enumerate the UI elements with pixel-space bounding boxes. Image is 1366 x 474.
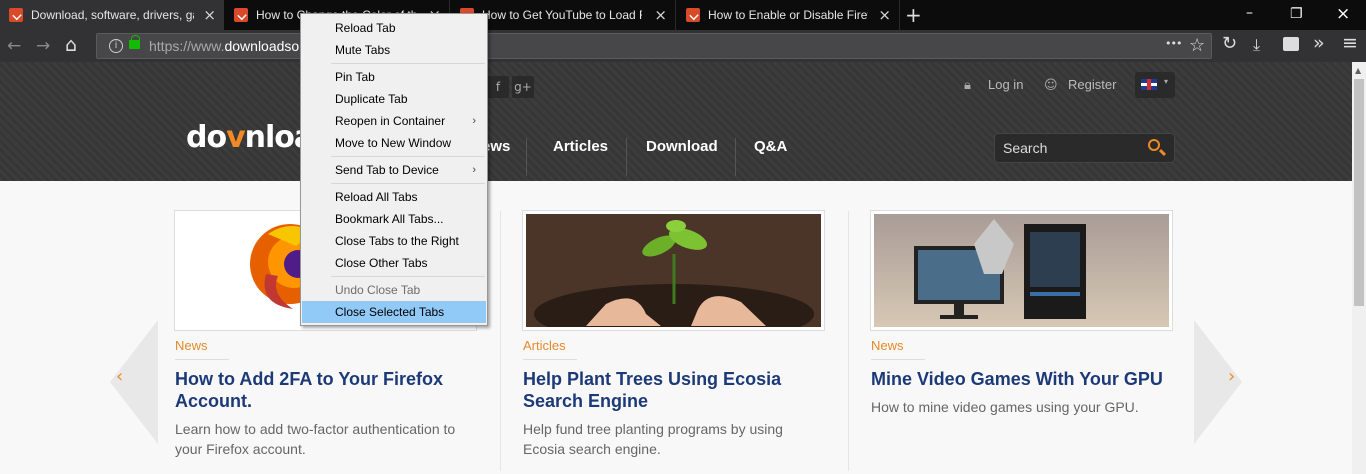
bookmark-star-icon[interactable]: ☆ xyxy=(1189,35,1205,56)
menu-item-close-selected-tabs[interactable]: Close Selected Tabs xyxy=(302,301,486,323)
menu-separator xyxy=(331,156,485,157)
nav-download[interactable]: Download xyxy=(646,138,718,155)
menu-item-undo-close-tab: Undo Close Tab xyxy=(335,283,421,297)
menu-separator xyxy=(331,183,485,184)
site-info-icon[interactable]: i xyxy=(109,39,123,53)
close-tab-icon[interactable]: × xyxy=(203,6,216,24)
site-header: dovnloa f g+ 🔒︎ Log in ☺ Register ▾ ews … xyxy=(0,62,1366,181)
menu-item-reload-tab[interactable]: Reload Tab xyxy=(302,17,486,39)
nav-bar: ← → ⌂ i https://www.downloadso ••• ☆ ↻ ⤓… xyxy=(0,30,1366,62)
library-icon[interactable]: ⤓ xyxy=(1253,35,1260,55)
url-bar[interactable]: i https://www.downloadso ••• ☆ xyxy=(96,33,1212,59)
forward-icon[interactable]: → xyxy=(36,36,50,56)
register-link[interactable]: Register xyxy=(1068,77,1116,92)
site-favicon-icon xyxy=(686,8,700,22)
uk-flag-icon xyxy=(1141,79,1157,90)
tab-enable-disable[interactable]: How to Enable or Disable Firefo × xyxy=(677,0,900,30)
extension-icon[interactable] xyxy=(1283,37,1299,51)
menu-separator xyxy=(331,276,485,277)
hamburger-menu-icon[interactable]: ≡ xyxy=(1342,32,1358,54)
submenu-arrow-icon: › xyxy=(472,115,476,127)
site-search-box[interactable]: Search xyxy=(994,133,1175,163)
search-placeholder: Search xyxy=(1003,140,1048,156)
divider xyxy=(871,359,925,360)
nav-qa[interactable]: Q&A xyxy=(754,138,787,155)
overflow-icon[interactable]: » xyxy=(1313,32,1325,54)
tab-title: How to Get YouTube to Load F xyxy=(482,8,642,22)
menu-item-send-tab-to-device[interactable]: Send Tab to Device › xyxy=(302,159,486,181)
card-title[interactable]: Help Plant Trees Using Ecosia Search Eng… xyxy=(523,368,823,412)
divider xyxy=(523,359,577,360)
menu-item-pin-tab[interactable]: Pin Tab xyxy=(302,66,486,88)
card-title[interactable]: How to Add 2FA to Your Firefox Account. xyxy=(175,368,475,412)
card-description: Help fund tree planting programs by usin… xyxy=(523,421,783,457)
language-selector[interactable]: ▾ xyxy=(1135,72,1175,98)
menu-item-duplicate-tab[interactable]: Duplicate Tab xyxy=(302,88,486,110)
divider xyxy=(175,359,229,360)
page-actions-icon[interactable]: ••• xyxy=(1165,37,1182,50)
lock-icon[interactable] xyxy=(129,35,140,49)
menu-item-move-to-new-window[interactable]: Move to New Window xyxy=(302,132,486,154)
close-tab-icon[interactable]: × xyxy=(878,6,891,24)
menu-item-reload-all-tabs[interactable]: Reload All Tabs xyxy=(302,186,486,208)
lock-small-icon: 🔒︎ xyxy=(964,78,971,93)
chevron-down-icon: ▾ xyxy=(1164,77,1169,86)
submenu-arrow-icon: › xyxy=(472,164,476,176)
tab-context-menu: Reload Tab Mute Tabs Pin Tab Duplicate T… xyxy=(300,13,488,326)
nav-divider xyxy=(626,138,627,176)
site-logo[interactable]: dovnloa xyxy=(186,120,314,155)
minimize-icon[interactable]: – xyxy=(1246,5,1253,21)
site-favicon-icon xyxy=(9,8,23,22)
nav-divider xyxy=(735,138,736,176)
site-favicon-icon xyxy=(234,8,248,22)
facebook-icon[interactable]: f xyxy=(487,76,509,98)
card-description: How to mine video games using your GPU. xyxy=(871,399,1139,415)
login-link[interactable]: Log in xyxy=(988,77,1023,92)
url-text[interactable]: https://www.downloadso xyxy=(149,38,299,54)
window-close-icon[interactable]: × xyxy=(1336,4,1350,24)
menu-item-reopen-in-container[interactable]: Reopen in Container › xyxy=(302,110,486,132)
tab-title: Download, software, drivers, games xyxy=(31,8,194,22)
card-category[interactable]: Articles xyxy=(523,338,566,353)
menu-item-bookmark-all-tabs[interactable]: Bookmark All Tabs... xyxy=(302,208,486,230)
tab-title: How to Enable or Disable Firefo xyxy=(708,8,868,22)
column-divider xyxy=(500,211,501,471)
new-tab-icon[interactable]: + xyxy=(905,3,922,27)
tab-downloadsource[interactable]: Download, software, drivers, games × xyxy=(0,0,224,30)
card-category[interactable]: News xyxy=(871,338,904,353)
scrollbar-thumb[interactable] xyxy=(1354,79,1364,306)
card-title[interactable]: Mine Video Games With Your GPU xyxy=(871,368,1171,390)
reload-icon[interactable]: ↻ xyxy=(1222,33,1237,54)
page-scrollbar[interactable]: ▲ xyxy=(1352,62,1366,474)
menu-item-mute-tabs[interactable]: Mute Tabs xyxy=(302,39,486,61)
card-image-plant[interactable] xyxy=(523,211,824,330)
google-plus-icon[interactable]: g+ xyxy=(512,76,534,98)
back-icon[interactable]: ← xyxy=(7,36,21,56)
column-divider xyxy=(848,211,849,471)
card-category[interactable]: News xyxy=(175,338,208,353)
tab-strip: Download, software, drivers, games × How… xyxy=(0,0,1366,30)
close-tab-icon[interactable]: × xyxy=(654,6,667,24)
card-description: Learn how to add two-factor authenticati… xyxy=(175,421,456,457)
search-icon[interactable] xyxy=(1148,139,1160,151)
user-icon: ☺ xyxy=(1044,78,1058,93)
nav-divider xyxy=(526,138,527,176)
scroll-up-icon[interactable]: ▲ xyxy=(1355,66,1361,75)
nav-articles[interactable]: Articles xyxy=(553,138,608,155)
menu-item-close-other-tabs[interactable]: Close Other Tabs xyxy=(302,252,486,274)
menu-separator xyxy=(331,63,485,64)
menu-item-close-tabs-right[interactable]: Close Tabs to the Right xyxy=(302,230,486,252)
restore-icon[interactable]: ❐ xyxy=(1290,6,1303,22)
home-icon[interactable]: ⌂ xyxy=(65,34,77,56)
card-image-gaming-pc[interactable] xyxy=(871,211,1172,330)
